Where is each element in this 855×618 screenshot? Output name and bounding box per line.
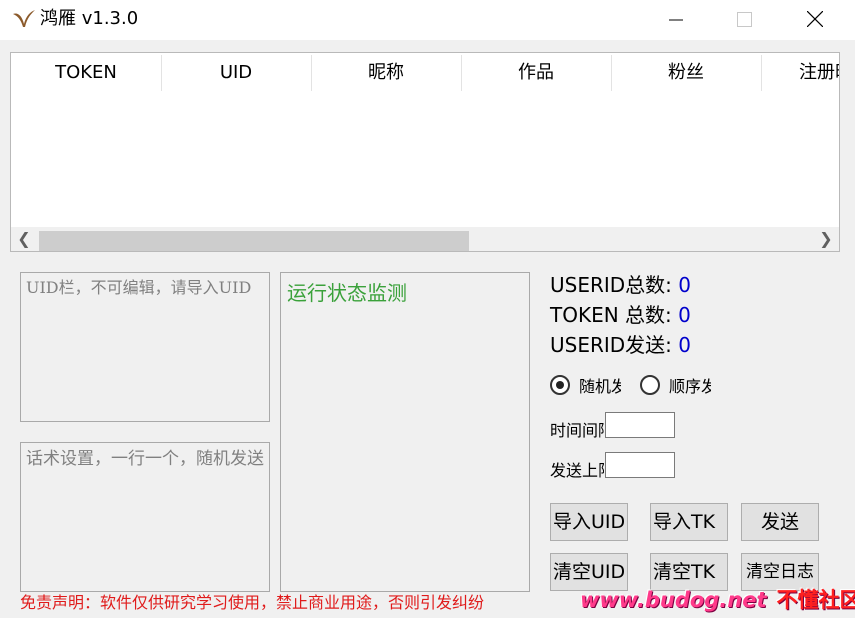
send-limit-label: 发送上限 bbox=[550, 461, 604, 480]
stat-label: USERID总数: bbox=[550, 273, 679, 297]
import-uid-button[interactable]: 导入UID bbox=[550, 503, 628, 541]
window-title: 鸿雁 v1.3.0 bbox=[40, 8, 139, 29]
radio-selected-dot bbox=[556, 381, 564, 389]
maximize-button[interactable] bbox=[721, 0, 767, 40]
disclaimer-text: 免责声明：软件仅供研究学习使用，禁止商业用途，否则引发纠纷 bbox=[20, 593, 485, 612]
chevron-right-icon[interactable]: ❯ bbox=[815, 229, 837, 249]
site-watermark: www.budog.net 不懂社区 bbox=[580, 584, 855, 614]
random-send-radio[interactable] bbox=[550, 375, 570, 395]
stat-value: 0 bbox=[678, 273, 691, 297]
send-button[interactable]: 发送 bbox=[741, 503, 819, 541]
sequential-send-label[interactable]: 顺序发送 bbox=[669, 376, 711, 398]
stat-value: 0 bbox=[678, 333, 691, 357]
column-header-works[interactable]: 作品 bbox=[461, 53, 611, 91]
watermark-name: 不懂社区 bbox=[776, 588, 855, 612]
uid-placeholder: UID栏，不可编辑，请导入UID bbox=[26, 278, 252, 297]
column-header-uid[interactable]: UID bbox=[161, 53, 311, 91]
status-monitor-log[interactable]: 运行状态监测 bbox=[280, 272, 530, 592]
account-table[interactable]: TOKEN UID 昵称 作品 粉丝 注册时 ❮ ❯ bbox=[10, 52, 840, 252]
script-placeholder: 话术设置，一行一个，随机发送 bbox=[26, 449, 264, 469]
script-textarea[interactable]: 话术设置，一行一个，随机发送 bbox=[20, 442, 270, 592]
column-header-register-time[interactable]: 注册时 bbox=[761, 53, 839, 91]
interval-label: 时间间隔 bbox=[550, 421, 604, 440]
userid-total-stat: USERID总数: 0 bbox=[550, 272, 691, 298]
minimize-button[interactable] bbox=[653, 0, 699, 40]
stat-label: TOKEN 总数: bbox=[550, 303, 679, 327]
column-header-token[interactable]: TOKEN bbox=[11, 53, 161, 91]
stat-value: 0 bbox=[678, 303, 691, 327]
horizontal-scrollbar[interactable]: ❮ ❯ bbox=[11, 227, 839, 251]
random-send-label[interactable]: 随机发送 bbox=[579, 376, 621, 398]
scrollbar-thumb[interactable] bbox=[39, 231, 469, 251]
title-bar: 鸿雁 v1.3.0 bbox=[0, 0, 855, 40]
send-limit-input[interactable] bbox=[605, 452, 675, 478]
minimize-icon bbox=[669, 19, 683, 21]
uid-list-box[interactable]: UID栏，不可编辑，请导入UID bbox=[20, 272, 270, 422]
import-tk-button[interactable]: 导入TK bbox=[650, 503, 728, 541]
sequential-send-radio[interactable] bbox=[640, 375, 660, 395]
userid-sent-stat: USERID发送: 0 bbox=[550, 332, 691, 358]
token-total-stat: TOKEN 总数: 0 bbox=[550, 302, 691, 328]
chevron-left-icon[interactable]: ❮ bbox=[13, 229, 35, 249]
column-header-fans[interactable]: 粉丝 bbox=[611, 53, 761, 91]
close-button[interactable] bbox=[792, 0, 838, 40]
column-header-nickname[interactable]: 昵称 bbox=[311, 53, 461, 91]
watermark-url: www.budog.net bbox=[580, 588, 767, 612]
close-icon bbox=[807, 11, 823, 27]
swallow-logo-icon bbox=[13, 10, 35, 27]
monitor-title: 运行状态监测 bbox=[287, 281, 407, 305]
interval-input[interactable] bbox=[605, 412, 675, 438]
stat-label: USERID发送: bbox=[550, 333, 679, 357]
maximize-icon bbox=[737, 12, 752, 27]
